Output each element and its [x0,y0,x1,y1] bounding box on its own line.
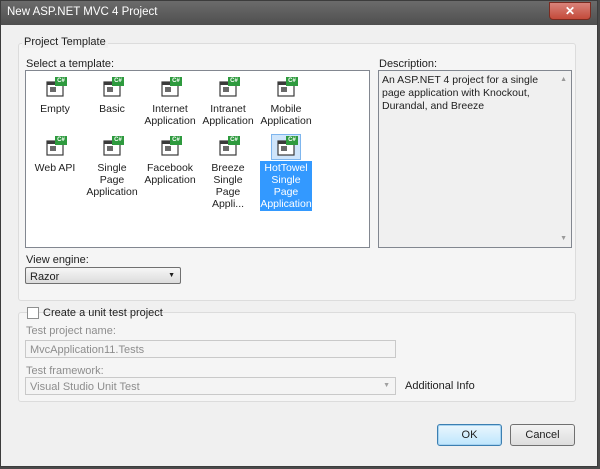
ok-button[interactable]: OK [437,424,502,446]
template-tile-label: Mobile Application [260,103,312,127]
view-engine-select[interactable]: Razor ▼ [25,267,181,284]
template-tile-label: Basic [99,103,125,115]
view-engine-value: Razor [30,271,60,283]
dialog-window: New ASP.NET MVC 4 Project ✕ Project Temp… [0,0,598,467]
description-box: An ASP.NET 4 project for a single page a… [378,70,572,248]
template-tile[interactable]: C# HotTowel Single Page Application [260,134,312,211]
csharp-badge-label: C# [230,78,238,84]
template-tile[interactable]: C# Web API [29,135,81,175]
test-framework-select[interactable]: Visual Studio Unit Test ▼ [25,377,396,395]
csharp-badge-label: C# [288,137,296,143]
test-project-name-value: MvcApplication11.Tests [30,344,145,356]
close-button[interactable]: ✕ [549,2,591,20]
title-bar[interactable]: New ASP.NET MVC 4 Project ✕ [1,1,597,25]
project-template-icon: C# [271,134,301,160]
additional-info-link[interactable]: Additional Info [405,380,475,392]
template-tile-label: Breeze Single Page Appli... [211,162,245,210]
dialog-client-area: Project Template Select a template: C# Em… [8,25,590,461]
template-tile-label: Empty [40,103,70,115]
template-tile[interactable]: C# Single Page Application [86,135,138,199]
project-template-icon: C# [41,135,69,159]
csharp-badge-label: C# [172,137,180,143]
create-unit-test-label[interactable]: Create a unit test project [43,307,163,319]
template-tile[interactable]: C# Breeze Single Page Appli... [202,135,254,211]
cancel-button[interactable]: Cancel [510,424,575,446]
template-tile[interactable]: C# Facebook Application [144,135,196,187]
project-template-group-label: Project Template [22,36,108,48]
select-template-label: Select a template: [26,58,115,70]
csharp-badge-label: C# [57,137,65,143]
csharp-badge-label: C# [288,78,296,84]
scroll-down-icon[interactable]: ▼ [560,235,567,242]
project-template-icon: C# [156,76,184,100]
project-template-icon: C# [214,135,242,159]
template-tile-label: Single Page Application [86,162,138,198]
project-template-icon: C# [214,76,242,100]
project-template-icon: C# [41,76,69,100]
template-tile[interactable]: C# Internet Application [144,76,196,128]
chevron-down-icon: ▼ [383,382,390,389]
template-tile-label: Intranet Application [202,103,254,127]
window-title: New ASP.NET MVC 4 Project [7,6,158,18]
scroll-up-icon[interactable]: ▲ [560,76,567,83]
description-label: Description: [379,58,438,70]
template-tile-label: Facebook Application [144,162,196,186]
csharp-badge-label: C# [114,78,122,84]
csharp-badge-label: C# [172,78,180,84]
template-tile[interactable]: C# Empty [29,76,81,116]
template-tile[interactable]: C# Intranet Application [202,76,254,128]
project-template-icon: C# [98,135,126,159]
project-template-icon: C# [272,76,300,100]
description-text: An ASP.NET 4 project for a single page a… [382,74,539,112]
template-tile-label: Internet Application [144,103,196,127]
template-tile[interactable]: C# Basic [86,76,138,116]
close-icon: ✕ [564,4,576,18]
template-tile-label: HotTowel Single Page Application [260,161,312,211]
csharp-badge-label: C# [230,137,238,143]
template-listbox[interactable]: C# Empty C# Basic C# Internet Application C# In… [25,70,370,248]
test-project-name-input[interactable]: MvcApplication11.Tests [25,340,396,358]
template-tile-label: Web API [34,162,76,174]
test-framework-value: Visual Studio Unit Test [30,381,140,393]
chevron-down-icon: ▼ [168,272,175,279]
project-template-icon: C# [98,76,126,100]
csharp-badge-label: C# [57,78,65,84]
create-unit-test-checkbox[interactable] [27,307,39,319]
test-framework-label: Test framework: [26,365,104,377]
csharp-badge-label: C# [114,137,122,143]
template-tile[interactable]: C# Mobile Application [260,76,312,128]
project-template-icon: C# [156,135,184,159]
test-project-name-label: Test project name: [26,325,116,337]
view-engine-label: View engine: [26,254,89,266]
